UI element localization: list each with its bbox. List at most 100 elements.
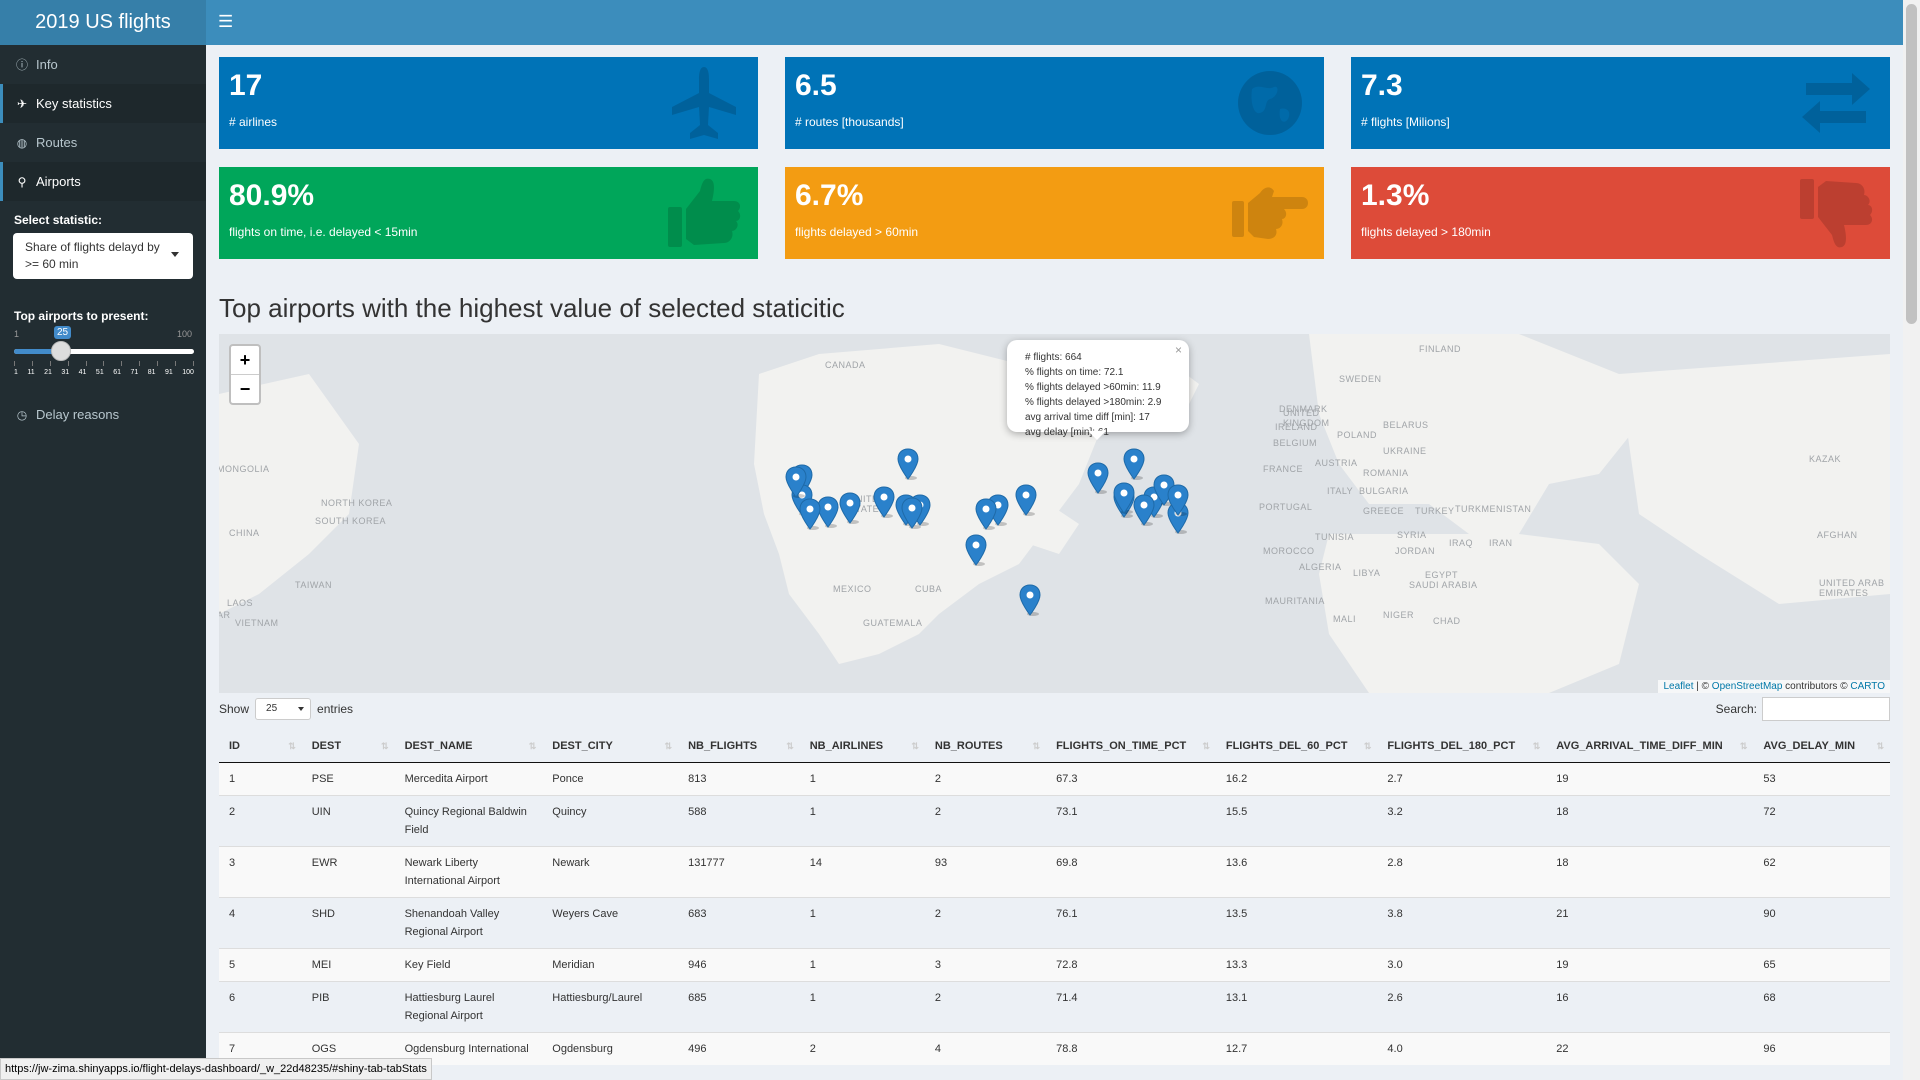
table-row[interactable]: 6 PIB Hattiesburg Laurel Regional Airport H… <box>219 981 1890 1033</box>
airport-marker-icon[interactable] <box>1167 484 1189 516</box>
table-cell: 1 <box>219 762 302 796</box>
table-cell: 72 <box>1753 795 1890 847</box>
slider-grid-label: 81 <box>147 369 156 376</box>
table-cell: 6 <box>219 981 302 1033</box>
zoom-in-button[interactable]: + <box>231 346 259 375</box>
table-column-header[interactable]: AVG_ARRIVAL_TIME_DIFF_MIN ⇅ <box>1546 730 1754 763</box>
table-cell: 93 <box>924 846 1047 898</box>
top-navbar: 2019 US flights ☰ <box>0 0 1920 45</box>
table-cell: 2.6 <box>1377 981 1547 1033</box>
table-row[interactable]: 7 OGS Ogdensburg International Ogdensburg 49… <box>219 1032 1890 1065</box>
table-row[interactable]: 5 MEI Key Field Meridian 946 1 3 72.8 13.3 3.0 19 6… <box>219 948 1890 982</box>
table-cell: UIN <box>301 795 395 847</box>
table-column-header[interactable]: DEST_NAME ⇅ <box>394 730 543 763</box>
carto-link[interactable]: CARTO <box>1850 681 1885 692</box>
value-box-flights: 7.3 # flights [Milions] <box>1351 57 1890 149</box>
column-header-label: AVG_ARRIVAL_TIME_DIFF_MIN <box>1556 740 1723 752</box>
scrollbar-thumb[interactable] <box>1906 4 1917 324</box>
table-cell: 2 <box>924 897 1047 949</box>
popup-close-button[interactable]: × <box>1175 343 1182 358</box>
table-cell: 69.8 <box>1046 846 1216 898</box>
popup-line: % flights delayed >180min: 2.9 <box>1025 397 1162 408</box>
table-column-header[interactable]: NB_FLIGHTS ⇅ <box>678 730 800 763</box>
map-country-label: MALI <box>1333 614 1357 624</box>
slider-grid-label: 91 <box>164 369 173 376</box>
map-country-label: GREECE <box>1363 506 1405 516</box>
column-header-label: DEST <box>311 740 342 752</box>
table-row[interactable]: 4 SHD Shenandoah Valley Regional Airport We… <box>219 897 1890 949</box>
map-country-label: MEXICO <box>833 584 872 594</box>
leaflet-link[interactable]: Leaflet <box>1663 681 1693 692</box>
table-column-header[interactable]: FLIGHTS_DEL_180_PCT ⇅ <box>1377 730 1547 763</box>
airport-marker-icon[interactable] <box>897 448 919 480</box>
column-header-label: ID <box>229 740 240 752</box>
airport-marker-icon[interactable] <box>1019 584 1041 616</box>
airport-marker-icon[interactable] <box>799 498 821 530</box>
osm-link[interactable]: OpenStreetMap <box>1712 681 1783 692</box>
table-column-header[interactable]: NB_AIRLINES ⇅ <box>799 730 925 763</box>
search-input[interactable] <box>1762 697 1890 721</box>
entries-select[interactable]: 25 <box>255 698 312 720</box>
map-attribution: Leaflet | © OpenStreetMap contributors ©… <box>1658 680 1890 693</box>
table-cell: 4 <box>219 897 302 949</box>
airport-marker-icon[interactable] <box>839 492 861 524</box>
table-cell: 13.5 <box>1215 897 1378 949</box>
value-box-delayed-180: 1.3% flights delayed > 180min <box>1351 167 1890 259</box>
sidebar-toggle-icon[interactable]: ☰ <box>218 10 233 34</box>
table-cell: 67.3 <box>1046 762 1216 796</box>
map-country-label: CHAD <box>1433 616 1461 626</box>
table-column-header[interactable]: ID ⇅ <box>219 730 302 763</box>
attribution-text: | © <box>1693 681 1712 692</box>
sort-icon: ⇅ <box>1202 741 1210 751</box>
select-statistic-label: Select statistic: <box>14 213 103 227</box>
airport-marker-icon[interactable] <box>1113 482 1135 514</box>
map-country-label: MONGOLIA <box>219 464 270 474</box>
map-country-label: LAOS <box>227 598 254 608</box>
table-row[interactable]: 3 EWR Newark Liberty International Airport… <box>219 846 1890 898</box>
table-cell: 18 <box>1546 795 1754 847</box>
table-column-header[interactable]: DEST ⇅ <box>301 730 395 763</box>
sort-icon: ⇅ <box>786 741 794 751</box>
sidebar-item-routes[interactable]: ◍ Routes <box>0 123 206 162</box>
popup-line: % flights delayed >60min: 11.9 <box>1025 382 1161 393</box>
select-statistic-dropdown[interactable]: Share of flights delayd by >= 60 min <box>13 233 193 279</box>
table-cell: SHD <box>301 897 395 949</box>
sidebar-item-info[interactable]: ⓘ Info <box>0 45 206 84</box>
top-airports-slider[interactable]: 1 100 25 1 11 21 31 41 51 61 71 81 91 100 <box>14 326 194 389</box>
table-row[interactable]: 1 PSE Mercedita Airport Ponce 813 1 2 67.3 16.2 2… <box>219 762 1890 796</box>
table-cell: 5 <box>219 948 302 982</box>
airport-marker-icon[interactable] <box>1133 494 1155 526</box>
airport-marker-icon[interactable] <box>901 497 923 529</box>
airport-marker-icon[interactable] <box>1015 484 1037 516</box>
table-column-header[interactable]: FLIGHTS_ON_TIME_PCT ⇅ <box>1046 730 1216 763</box>
airport-marker-icon[interactable] <box>785 466 807 498</box>
slider-max: 100 <box>176 329 192 339</box>
slider-handle[interactable] <box>51 341 71 361</box>
table-cell: 2.8 <box>1377 846 1547 898</box>
table-cell: 78.8 <box>1046 1032 1216 1065</box>
map-country-label: IRELAND <box>1275 422 1318 432</box>
airport-marker-icon[interactable] <box>965 534 987 566</box>
airports-map[interactable]: + − FINLAND SWEDEN DENMARK UNITED KINGDOM IR… <box>219 334 1890 693</box>
table-column-header[interactable]: AVG_DELAY_MIN ⇅ <box>1753 730 1890 763</box>
app-title[interactable]: 2019 US flights <box>0 0 206 45</box>
airport-marker-icon[interactable] <box>975 498 997 530</box>
table-column-header[interactable]: FLIGHTS_DEL_60_PCT ⇅ <box>1215 730 1378 763</box>
airport-marker-icon[interactable] <box>1123 448 1145 480</box>
zoom-out-button[interactable]: − <box>231 375 259 403</box>
map-country-label: JORDAN <box>1395 546 1436 556</box>
table-row[interactable]: 2 UIN Quincy Regional Baldwin Field Quincy 5… <box>219 795 1890 847</box>
sidebar-item-key-statistics[interactable]: ✈ Key statistics <box>0 84 206 123</box>
page-scrollbar[interactable] <box>1903 0 1920 1080</box>
sidebar-item-delay-reasons[interactable]: ◷ Delay reasons <box>0 395 206 434</box>
sidebar-item-airports[interactable]: ⚲ Airports <box>0 162 206 201</box>
table-column-header[interactable]: DEST_CITY ⇅ <box>542 730 679 763</box>
table-cell: 1 <box>799 948 925 982</box>
column-header-label: FLIGHTS_DEL_180_PCT <box>1387 740 1516 752</box>
table-column-header[interactable]: NB_ROUTES ⇅ <box>924 730 1047 763</box>
airport-marker-icon[interactable] <box>873 486 895 518</box>
entries-label: entries <box>317 702 354 716</box>
column-header-label: NB_AIRLINES <box>809 740 884 752</box>
airport-marker-icon[interactable] <box>1087 462 1109 494</box>
map-country-label: AUSTRIA <box>1315 458 1358 468</box>
